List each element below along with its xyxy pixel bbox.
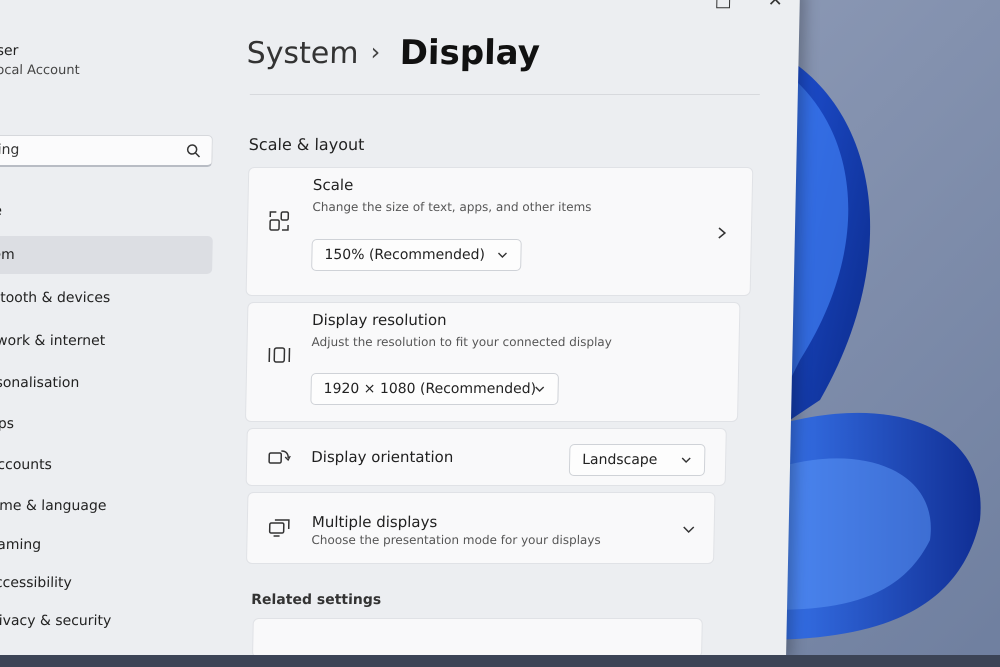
scale-title: Scale — [312, 176, 354, 194]
display-resolution-card: Display resolution Adjust the resolution… — [244, 302, 741, 422]
scale-icon — [269, 211, 290, 231]
display-orientation-icon — [268, 450, 291, 464]
related-settings-card[interactable] — [252, 618, 703, 658]
close-button[interactable]: ✕ — [768, 0, 784, 11]
chevron-down-icon[interactable] — [682, 525, 696, 535]
search-icon — [186, 144, 201, 158]
display-resolution-title: Display resolution — [311, 311, 447, 329]
display-orientation-dropdown-value: Landscape — [581, 452, 658, 468]
nav-item-time-language[interactable]: Time & language — [0, 487, 208, 525]
breadcrumb-parent-link[interactable]: System — [246, 36, 359, 71]
chevron-down-icon — [497, 252, 507, 258]
multiple-displays-description: Choose the presentation mode for your di… — [311, 533, 601, 547]
taskbar — [0, 655, 1000, 667]
chevron-down-icon — [535, 386, 545, 392]
chevron-right-icon[interactable] — [716, 226, 728, 240]
display-resolution-dropdown-value: 1920 × 1080 (Recommended) — [323, 381, 537, 397]
nav-item-system[interactable]: em — [0, 236, 213, 274]
nav-item-apps[interactable]: pps — [0, 405, 209, 443]
scale-dropdown-value: 150% (Recommended) — [324, 247, 486, 263]
multiple-displays-icon — [268, 519, 290, 537]
display-orientation-dropdown[interactable]: Landscape — [568, 444, 706, 476]
nav-item-network-internet[interactable]: twork & internet — [0, 322, 211, 360]
header-divider — [249, 94, 760, 95]
find-setting-search-box[interactable]: ing — [0, 135, 213, 167]
nav-item-personalisation[interactable]: rsonalisation — [0, 364, 210, 402]
scale-dropdown[interactable]: 150% (Recommended) — [311, 239, 522, 271]
nav-item-accessibility[interactable]: Accessibility — [0, 564, 206, 602]
settings-window: □ ✕ ser ocal Account ing e em etooth & d… — [0, 0, 800, 660]
maximize-button[interactable]: □ — [715, 0, 732, 11]
nav-item-gaming[interactable]: Gaming — [0, 526, 207, 564]
section-title-scale-layout: Scale & layout — [248, 135, 365, 154]
page-title: Display — [399, 33, 541, 73]
section-title-related-settings: Related settings — [251, 592, 382, 608]
multiple-displays-title: Multiple displays — [311, 513, 438, 531]
display-resolution-dropdown[interactable]: 1920 × 1080 (Recommended) — [310, 373, 559, 405]
nav-item-accounts[interactable]: Accounts — [0, 446, 208, 484]
display-resolution-icon — [268, 347, 291, 363]
nav-item-bluetooth-devices[interactable]: etooth & devices — [0, 279, 212, 317]
display-orientation-card: Display orientation Landscape — [245, 428, 727, 486]
search-input-text: ing — [0, 142, 20, 158]
nav-item-home[interactable]: e — [0, 192, 214, 230]
chevron-down-icon — [681, 457, 691, 463]
multiple-displays-card[interactable]: Multiple displays Choose the presentatio… — [245, 492, 716, 564]
scale-description: Change the size of text, apps, and other… — [312, 200, 592, 214]
user-name: ser — [0, 43, 19, 59]
nav-item-privacy-security[interactable]: Privacy & security — [0, 602, 205, 640]
scale-card[interactable]: Scale Change the size of text, apps, and… — [245, 167, 754, 296]
display-resolution-description: Adjust the resolution to fit your connec… — [311, 335, 612, 349]
breadcrumb-separator-icon: › — [370, 38, 381, 66]
display-orientation-title: Display orientation — [311, 448, 454, 466]
user-account-type: ocal Account — [0, 63, 80, 78]
